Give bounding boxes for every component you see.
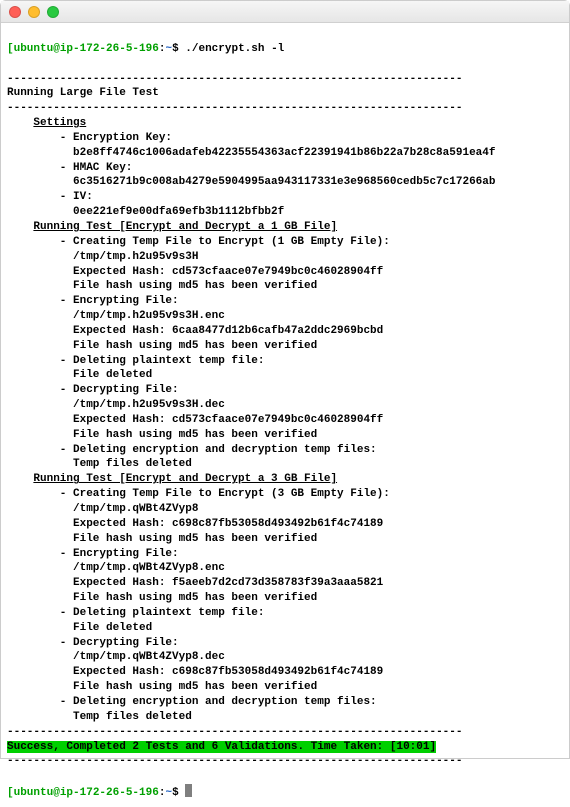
zoom-icon[interactable] (47, 6, 59, 18)
test1-expected-hash3: Expected Hash: cd573cfaace07e7949bc0c460… (73, 414, 383, 426)
test1-verified2: File hash using md5 has been verified (73, 340, 317, 352)
prompt-user-host: ubuntu@ip-172-26-5-196 (14, 787, 159, 799)
test1-enc-label: - Encrypting File: (60, 295, 179, 307)
close-icon[interactable] (9, 6, 21, 18)
hmac-key-value: 6c3516271b9c008ab4279e5904995aa943117331… (73, 176, 495, 188)
test2-expected-hash: Expected Hash: c698c87fb53058d493492b61f… (73, 518, 383, 530)
test2-tmp-path: /tmp/tmp.qWBt4ZVyp8 (73, 503, 198, 515)
terminal-output[interactable]: [ubuntu@ip-172-26-5-196:~$ ./encrypt.sh … (1, 23, 569, 807)
window-titlebar (1, 1, 569, 23)
test1-dec-label: - Decrypting File: (60, 384, 179, 396)
prompt-path: ~ (165, 787, 172, 799)
test1-expected-hash: Expected Hash: cd573cfaace07e7949bc0c460… (73, 266, 383, 278)
test2-dec-label: - Decrypting File: (60, 637, 179, 649)
test2-del-all-label: - Deleting encryption and decryption tem… (60, 696, 377, 708)
test2-verified3: File hash using md5 has been verified (73, 681, 317, 693)
test2-temp-deleted: Temp files deleted (73, 711, 192, 723)
test1-del-all-label: - Deleting encryption and decryption tem… (60, 444, 377, 456)
test1-heading: Running Test [Encrypt and Decrypt a 1 GB… (33, 221, 337, 233)
test2-verified2: File hash using md5 has been verified (73, 592, 317, 604)
test1-expected-hash2: Expected Hash: 6caa8477d12b6cafb47a2ddc2… (73, 325, 383, 337)
test2-tmp-enc: /tmp/tmp.qWBt4ZVyp8.enc (73, 562, 225, 574)
test2-del-plain-label: - Deleting plaintext temp file: (60, 607, 265, 619)
test1-verified3: File hash using md5 has been verified (73, 429, 317, 441)
test1-tmp-dec: /tmp/tmp.h2u95v9s3H.dec (73, 399, 225, 411)
test1-verified: File hash using md5 has been verified (73, 280, 317, 292)
divider-line: ----------------------------------------… (7, 726, 462, 738)
test2-enc-label: - Encrypting File: (60, 548, 179, 560)
settings-heading: Settings (33, 117, 86, 129)
test1-tmp-path: /tmp/tmp.h2u95v9s3H (73, 251, 198, 263)
test2-file-deleted: File deleted (73, 622, 152, 634)
test2-verified: File hash using md5 has been verified (73, 533, 317, 545)
prompt-colon: : (159, 787, 166, 799)
test1-create-label: - Creating Temp File to Encrypt (1 GB Em… (60, 236, 390, 248)
enc-key-label: - Encryption Key: (60, 132, 172, 144)
test2-tmp-dec: /tmp/tmp.qWBt4ZVyp8.dec (73, 651, 225, 663)
test2-expected-hash3: Expected Hash: c698c87fb53058d493492b61f… (73, 666, 383, 678)
cursor-icon (185, 784, 192, 797)
prompt-bracket-open: [ (7, 787, 14, 799)
prompt-user-host: ubuntu@ip-172-26-5-196 (14, 43, 159, 55)
test2-heading: Running Test [Encrypt and Decrypt a 3 GB… (33, 473, 337, 485)
prompt-dollar: $ (172, 787, 185, 799)
prompt-bracket-open: [ (7, 43, 14, 55)
divider-line: ----------------------------------------… (7, 755, 462, 767)
test1-file-deleted: File deleted (73, 369, 152, 381)
test2-create-label: - Creating Temp File to Encrypt (3 GB Em… (60, 488, 390, 500)
hmac-key-label: - HMAC Key: (60, 162, 133, 174)
prompt-dollar: $ (172, 43, 185, 55)
divider-line: ----------------------------------------… (7, 102, 462, 114)
divider-line: ----------------------------------------… (7, 73, 462, 85)
test1-tmp-enc: /tmp/tmp.h2u95v9s3H.enc (73, 310, 225, 322)
iv-value: 0ee221ef9e00dfa69efb3b1112bfbb2f (73, 206, 284, 218)
success-message: Success, Completed 2 Tests and 6 Validat… (7, 741, 436, 753)
test1-del-plain-label: - Deleting plaintext temp file: (60, 355, 265, 367)
minimize-icon[interactable] (28, 6, 40, 18)
test2-expected-hash2: Expected Hash: f5aeeb7d2cd73d358783f39a3… (73, 577, 383, 589)
iv-label: - IV: (60, 191, 93, 203)
enc-key-value: b2e8ff4746c1006adafeb42235554363acf22391… (73, 147, 495, 159)
test1-temp-deleted: Temp files deleted (73, 458, 192, 470)
main-heading: Running Large File Test (7, 87, 159, 99)
command-text: ./encrypt.sh -l (185, 43, 284, 55)
